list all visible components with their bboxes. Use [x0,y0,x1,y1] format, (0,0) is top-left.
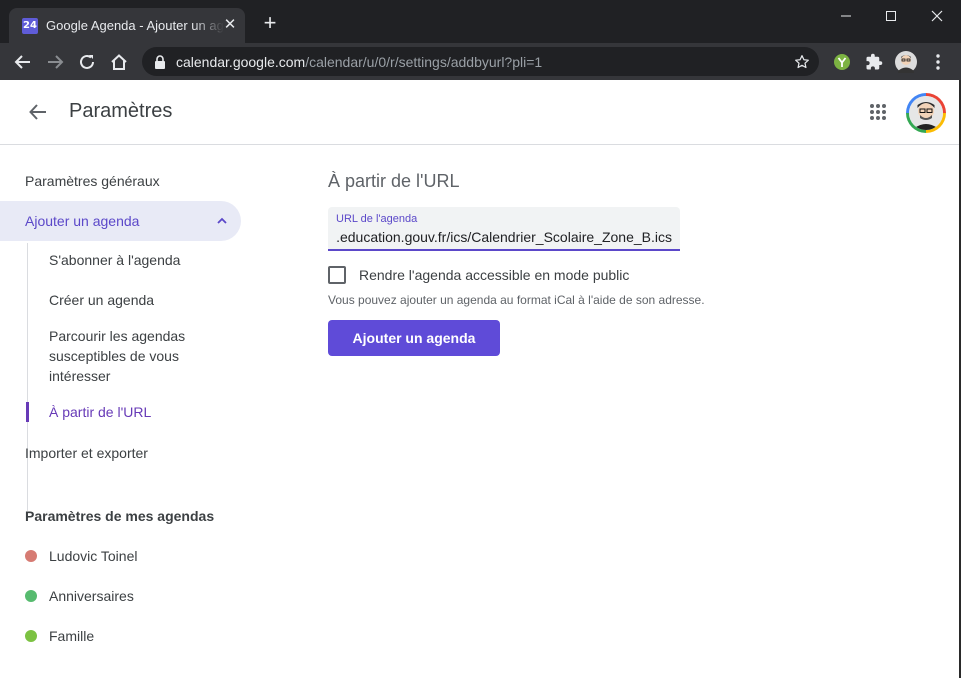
public-access-label[interactable]: Rendre l'agenda accessible en mode publi… [359,267,629,283]
calendar-item-famille[interactable]: Famille [25,626,94,646]
tab-title: Google Agenda - Ajouter un agenda [46,18,224,33]
calendar-item-anniversaires[interactable]: Anniversaires [25,586,134,606]
browser-window: 24 Google Agenda - Ajouter un agenda ✕ + [0,0,961,678]
section-title: À partir de l'URL [328,171,460,191]
calendar-url-input[interactable] [336,227,672,247]
url-host: calendar.google.com [176,53,306,70]
sidebar-item-general-settings[interactable]: Paramètres généraux [25,173,160,189]
sidebar-item-create-calendar[interactable]: Créer un agenda [49,290,154,310]
calendar-url-field[interactable]: URL de l'agenda [328,207,680,251]
forward-arrow-icon[interactable] [43,50,67,74]
add-calendar-button[interactable]: Ajouter un agenda [328,320,500,356]
page-title: Paramètres [69,100,173,122]
back-button[interactable] [24,98,52,126]
google-apps-grid-icon[interactable] [866,100,890,124]
lock-icon[interactable] [154,54,168,70]
sidebar-item-from-url[interactable]: À partir de l'URL [49,402,151,422]
url-text: calendar.google.com/calendar/u/0/r/setti… [176,54,542,70]
subnav-active-indicator [26,402,29,422]
sidebar-item-import-export[interactable]: Importer et exporter [25,445,148,461]
close-tab-icon[interactable]: ✕ [223,17,237,32]
calendar-name: Ludovic Toinel [49,548,138,564]
browser-menu-icon[interactable] [926,50,950,74]
public-access-checkbox-row[interactable]: Rendre l'agenda accessible en mode publi… [328,265,629,285]
settings-sidebar: Paramètres généraux Ajouter un agenda S'… [0,145,260,678]
url-field-label: URL de l'agenda [336,213,418,225]
calendar-color-dot [25,550,37,562]
chevron-up-icon [217,217,227,224]
calendar-color-dot [25,630,37,642]
app-header: Paramètres [0,80,961,145]
address-bar[interactable]: calendar.google.com/calendar/u/0/r/setti… [142,47,819,76]
browser-toolbar: calendar.google.com/calendar/u/0/r/setti… [0,43,961,80]
reload-icon[interactable] [75,50,99,74]
url-path: /calendar/u/0/r/settings/addbyurl?pli=1 [305,53,543,70]
main-content: À partir de l'URL URL de l'agenda Rendre… [260,145,961,678]
minimize-icon[interactable] [823,0,869,32]
calendar-name: Famille [49,628,95,644]
extension-y-icon[interactable] [830,50,854,74]
tab-strip: 24 Google Agenda - Ajouter un agenda ✕ + [0,0,961,43]
home-icon[interactable] [107,50,131,74]
calendar-name: Anniversaires [49,588,134,604]
back-arrow-icon[interactable] [11,50,35,74]
sidebar-item-browse-calendars[interactable]: Parcourir les agendas susceptibles de vo… [49,326,214,386]
sidebar-item-add-calendar[interactable]: Ajouter un agenda [0,201,241,241]
sidebar-item-label: Ajouter un agenda [25,213,140,229]
my-calendars-heading: Paramètres de mes agendas [25,508,215,524]
browser-tab[interactable]: 24 Google Agenda - Ajouter un agenda ✕ [9,8,245,43]
help-text: Vous pouvez ajouter un agenda au format … [328,293,705,307]
close-window-icon[interactable] [914,0,960,32]
public-access-checkbox[interactable] [328,266,346,284]
calendar-color-dot [25,590,37,602]
maximize-icon[interactable] [868,0,914,32]
account-avatar[interactable] [906,93,946,133]
sidebar-item-subscribe[interactable]: S'abonner à l'agenda [49,250,180,270]
arrow-left-icon [29,104,46,120]
calendar-item-ludovic[interactable]: Ludovic Toinel [25,546,137,566]
puzzle-icon[interactable] [862,50,886,74]
avatar-picture [909,96,943,130]
profile-avatar-icon[interactable] [894,50,918,74]
calendar-favicon-icon: 24 [22,17,38,34]
bookmark-star-icon[interactable] [793,53,811,71]
new-tab-plus-icon[interactable]: + [261,12,279,34]
subnav-guide-line [27,243,28,511]
